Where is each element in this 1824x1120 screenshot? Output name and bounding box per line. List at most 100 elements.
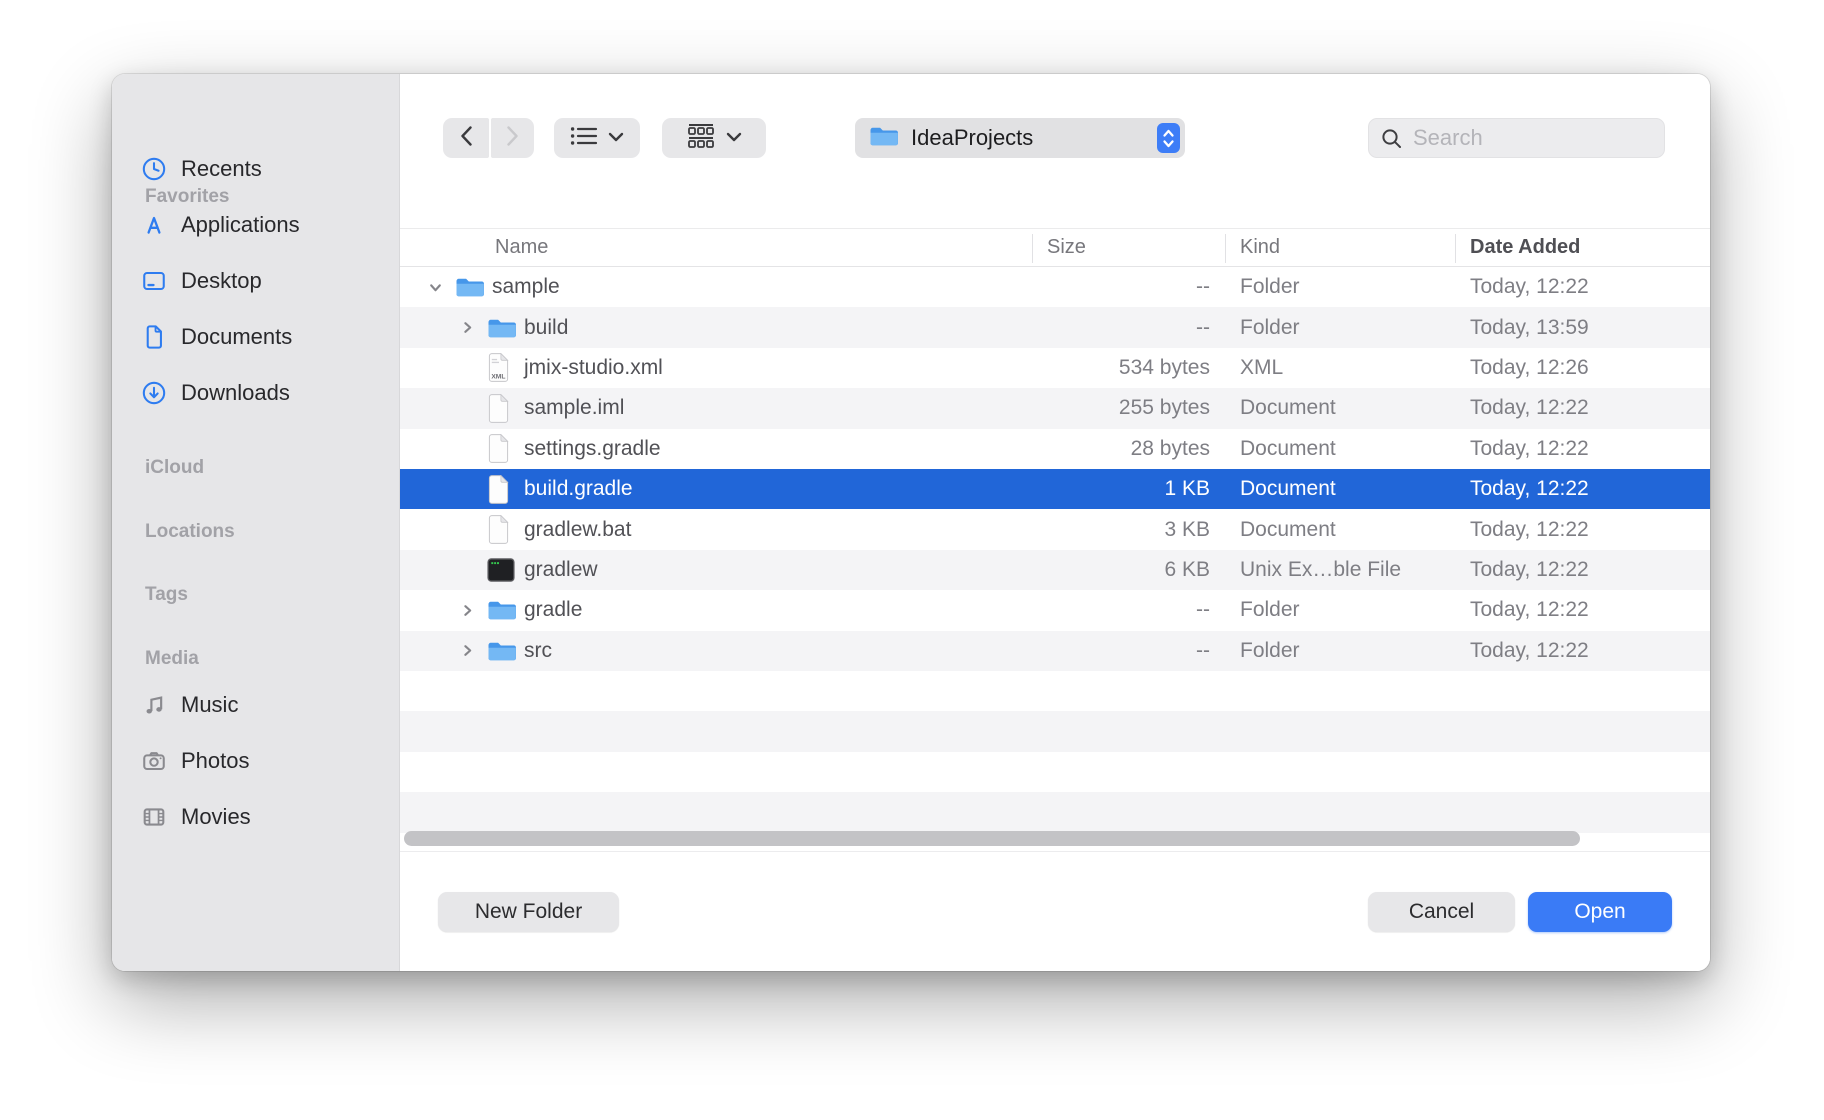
file-size: 6 KB	[1040, 550, 1210, 590]
sidebar-item-downloads[interactable]: Downloads	[140, 373, 388, 413]
sidebar-item-label: Downloads	[181, 380, 290, 406]
file-date-added: Today, 12:22	[1470, 509, 1589, 549]
file-size: 3 KB	[1040, 509, 1210, 549]
table-row[interactable]: gradlew.bat 3 KB Document Today, 12:22	[400, 509, 1710, 549]
file-size: --	[1040, 631, 1210, 671]
sidebar-item-recents[interactable]: Recents	[140, 149, 388, 189]
sidebar: Favorites Recents Applications Desktop D…	[112, 74, 400, 971]
disclosure-chevron-icon[interactable]	[460, 388, 476, 428]
table-row[interactable]: build.gradle 1 KB Document Today, 12:22	[400, 469, 1710, 509]
sidebar-item-label: Movies	[181, 804, 251, 830]
open-button[interactable]: Open	[1528, 892, 1672, 932]
file-icon: XML	[487, 348, 510, 388]
disclosure-chevron-icon[interactable]	[460, 509, 476, 549]
file-icon	[455, 267, 485, 307]
sidebar-item-movies[interactable]: Movies	[140, 797, 388, 837]
table-row[interactable]: gradle -- Folder Today, 12:22	[400, 590, 1710, 630]
cancel-button[interactable]: Cancel	[1368, 892, 1515, 932]
file-name: sample.iml	[524, 388, 624, 428]
main-area: IdeaProjects Name Size Kind Date Added s…	[400, 74, 1710, 971]
file-kind: Document	[1240, 429, 1336, 469]
file-size: --	[1040, 590, 1210, 630]
footer-divider	[400, 851, 1710, 852]
file-kind: Folder	[1240, 631, 1300, 671]
disclosure-chevron-icon[interactable]	[428, 267, 444, 307]
table-row[interactable]: build -- Folder Today, 13:59	[400, 307, 1710, 347]
file-kind: Folder	[1240, 267, 1300, 307]
file-kind: Folder	[1240, 307, 1300, 347]
file-size: 255 bytes	[1040, 388, 1210, 428]
file-date-added: Today, 12:22	[1470, 469, 1589, 509]
table-row[interactable]: src -- Folder Today, 12:22	[400, 631, 1710, 671]
file-kind: Folder	[1240, 590, 1300, 630]
file-kind: Document	[1240, 509, 1336, 549]
table-row[interactable]: XML jmix-studio.xml 534 bytes XML Today,…	[400, 348, 1710, 388]
file-name: gradlew.bat	[524, 509, 631, 549]
file-name: sample	[492, 267, 560, 307]
disclosure-chevron-icon[interactable]	[460, 550, 476, 590]
clock-icon	[140, 156, 167, 183]
open-file-dialog: Favorites Recents Applications Desktop D…	[112, 74, 1710, 971]
file-kind: Document	[1240, 388, 1336, 428]
file-size: --	[1040, 267, 1210, 307]
file-icon	[487, 509, 510, 549]
file-size: 28 bytes	[1040, 429, 1210, 469]
file-icon	[487, 550, 515, 590]
file-name: build	[524, 307, 568, 347]
file-size: 1 KB	[1040, 469, 1210, 509]
sidebar-item-label: Desktop	[181, 268, 262, 294]
music-icon	[140, 692, 167, 719]
file-icon	[487, 590, 517, 630]
document-icon	[140, 324, 167, 351]
sidebar-item-photos[interactable]: Photos	[140, 741, 388, 781]
empty-row	[400, 752, 1710, 792]
download-icon	[140, 380, 167, 407]
file-icon	[487, 631, 517, 671]
file-name: gradle	[524, 590, 582, 630]
disclosure-chevron-icon[interactable]	[460, 631, 476, 671]
table-row[interactable]: gradlew 6 KB Unix Ex…ble File Today, 12:…	[400, 550, 1710, 590]
table-row[interactable]: sample.iml 255 bytes Document Today, 12:…	[400, 388, 1710, 428]
sidebar-item-music[interactable]: Music	[140, 685, 388, 725]
disclosure-chevron-icon[interactable]	[460, 307, 476, 347]
table-row[interactable]: settings.gradle 28 bytes Document Today,…	[400, 429, 1710, 469]
file-date-added: Today, 12:22	[1470, 429, 1589, 469]
file-date-added: Today, 12:22	[1470, 267, 1589, 307]
sidebar-item-label: Applications	[181, 212, 300, 238]
file-name: gradlew	[524, 550, 598, 590]
new-folder-button[interactable]: New Folder	[438, 892, 619, 932]
file-kind: XML	[1240, 348, 1283, 388]
file-date-added: Today, 12:22	[1470, 550, 1589, 590]
film-icon	[140, 804, 167, 831]
file-kind: Unix Ex…ble File	[1240, 550, 1401, 590]
horizontal-scrollbar-thumb[interactable]	[404, 831, 1580, 846]
camera-icon	[140, 748, 167, 775]
disclosure-chevron-icon[interactable]	[460, 348, 476, 388]
sidebar-item-label: Documents	[181, 324, 292, 350]
sidebar-item-label: Recents	[181, 156, 262, 182]
disclosure-chevron-icon[interactable]	[460, 429, 476, 469]
file-date-added: Today, 12:22	[1470, 590, 1589, 630]
file-date-added: Today, 12:22	[1470, 388, 1589, 428]
disclosure-chevron-icon[interactable]	[460, 590, 476, 630]
sidebar-item-documents[interactable]: Documents	[140, 317, 388, 357]
sidebar-item-desktop[interactable]: Desktop	[140, 261, 388, 301]
sidebar-section-media: Media	[145, 641, 365, 677]
disclosure-chevron-icon[interactable]	[460, 469, 476, 509]
file-name: jmix-studio.xml	[524, 348, 663, 388]
file-icon	[487, 469, 510, 509]
file-icon	[487, 388, 510, 428]
sidebar-item-applications[interactable]: Applications	[140, 205, 388, 245]
empty-row	[400, 711, 1710, 751]
sidebar-section-locations: Locations	[145, 514, 365, 550]
table-row[interactable]: sample -- Folder Today, 12:22	[400, 267, 1710, 307]
file-icon	[487, 307, 517, 347]
file-date-added: Today, 12:26	[1470, 348, 1589, 388]
sidebar-item-label: Photos	[181, 748, 250, 774]
file-name: src	[524, 631, 552, 671]
file-name: settings.gradle	[524, 429, 661, 469]
file-date-added: Today, 13:59	[1470, 307, 1589, 347]
desktop-icon	[140, 268, 167, 295]
empty-row	[400, 671, 1710, 711]
file-date-added: Today, 12:22	[1470, 631, 1589, 671]
